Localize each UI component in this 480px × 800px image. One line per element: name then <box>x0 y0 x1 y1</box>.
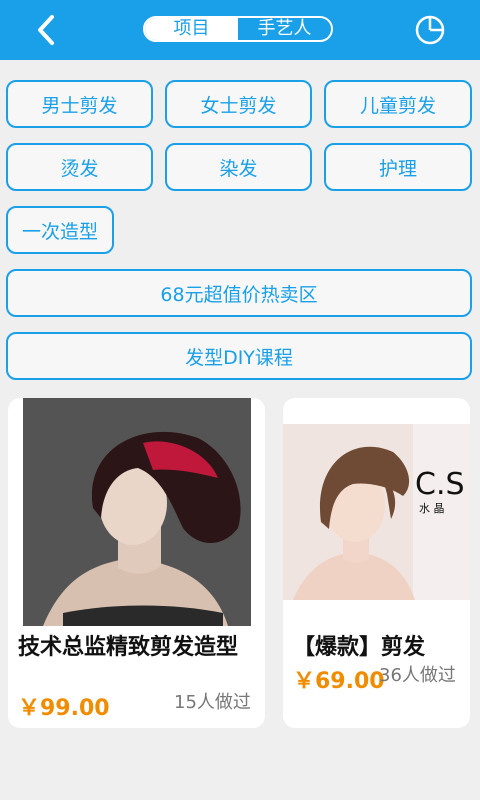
category-kids-haircut-button[interactable]: 儿童剪发 <box>324 80 472 128</box>
back-arrow-icon[interactable] <box>28 12 64 48</box>
product-title: 【爆款】剪发 <box>293 635 426 660</box>
segmented-control: 项目 手艺人 <box>143 16 333 42</box>
product-card[interactable]: 技术总监精致剪发造型 ￥99.00 15人做过 <box>8 398 265 728</box>
product-photo: C.S 水 晶 <box>283 424 470 600</box>
tab-projects[interactable]: 项目 <box>145 18 238 40</box>
product-price: ￥99.00 <box>18 696 110 721</box>
top-bar: 项目 手艺人 <box>0 0 480 60</box>
product-card[interactable]: C.S 水 晶 【爆款】剪发 ￥69.00 36人做过 <box>283 398 470 728</box>
category-men-haircut-button[interactable]: 男士剪发 <box>6 80 153 128</box>
category-dye-button[interactable]: 染发 <box>165 143 312 191</box>
product-sold-count: 15人做过 <box>174 692 251 713</box>
product-title: 技术总监精致剪发造型 <box>18 635 239 660</box>
tab-craftsmen[interactable]: 手艺人 <box>238 18 331 40</box>
photo-brand-text: C.S <box>415 467 465 502</box>
category-one-time-styling-button[interactable]: 一次造型 <box>6 206 114 254</box>
pie-chart-icon[interactable] <box>414 14 446 46</box>
category-perm-button[interactable]: 烫发 <box>6 143 153 191</box>
photo-brand-subtext: 水 晶 <box>419 502 445 515</box>
product-sold-count: 36人做过 <box>379 665 456 686</box>
promo-diy-course-button[interactable]: 发型DIY课程 <box>6 332 472 380</box>
promo-hot-sale-button[interactable]: 68元超值价热卖区 <box>6 269 472 317</box>
category-care-button[interactable]: 护理 <box>324 143 472 191</box>
category-women-haircut-button[interactable]: 女士剪发 <box>165 80 312 128</box>
product-price: ￥69.00 <box>293 669 385 694</box>
product-photo <box>23 398 251 626</box>
